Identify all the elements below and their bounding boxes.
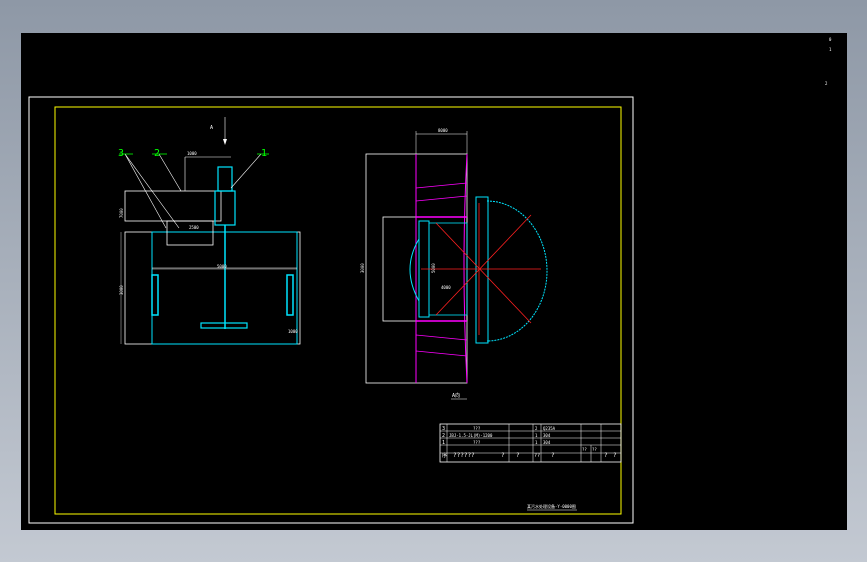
header-name: ?????? <box>453 452 475 459</box>
row-2-qty: 1 <box>535 433 538 438</box>
plan-view-title: A向 <box>452 392 460 399</box>
header-e: ?? <box>582 447 587 452</box>
parts-table: 3 ??? 2 Q235A 2 JBJ-1.5-JL(M)-1200 1 304… <box>439 423 622 463</box>
row-3-name: ??? <box>473 426 481 431</box>
row-1-name: ??? <box>473 440 481 445</box>
header-a: ? <box>501 452 505 459</box>
dim-text-1: 7000 <box>119 208 124 218</box>
dim-text-2: 1000 <box>187 151 197 156</box>
magenta-band-1 <box>415 182 468 189</box>
dim-text-4: 2500 <box>189 225 199 230</box>
plan-dim-3: 4000 <box>441 285 451 290</box>
side-mark-1: 1 <box>829 47 832 52</box>
section-mark: A <box>210 125 213 131</box>
row-3-qty: 2 <box>535 426 538 431</box>
dim-text-3: 3000 <box>119 285 124 295</box>
centerline-d1 <box>435 222 532 324</box>
plan-left-arc <box>409 238 420 302</box>
header-c: ?? <box>534 453 540 459</box>
magenta-right <box>463 153 468 384</box>
impeller <box>200 322 248 329</box>
label-2: 2 <box>154 148 160 159</box>
magenta-band-5 <box>415 334 468 341</box>
plan-dim-2: 5000 <box>431 263 436 273</box>
tank-flange <box>475 196 489 344</box>
plan-view: 8000 3000 5000 4000 A向 <box>360 128 548 400</box>
header-d: ? <box>551 452 555 459</box>
cad-viewport[interactable]: 3 2 1 A 5000 7000 1000 3000 2500 1000 80… <box>21 33 847 530</box>
dim-text-0: 5000 <box>217 264 227 269</box>
baffle-left <box>151 274 159 316</box>
plan-dim-1: 3000 <box>360 263 365 273</box>
row-2-material: 304 <box>543 433 551 438</box>
leader-2 <box>158 153 182 192</box>
title-caption: 某污水处理设备-Y-0000图 <box>527 503 576 509</box>
magenta-band-6 <box>415 350 468 357</box>
leader-1 <box>230 153 262 189</box>
side-mark-0: 0 <box>829 37 832 42</box>
circular-tank <box>486 200 548 342</box>
row-1-material: 304 <box>543 440 551 445</box>
magenta-band-2 <box>415 195 468 202</box>
header-f: ?? <box>592 447 597 452</box>
row-3-material: Q235A <box>543 426 556 431</box>
cad-drawing: 3 2 1 A 5000 7000 1000 3000 2500 1000 80… <box>28 37 832 524</box>
side-view: 3 2 1 A 5000 7000 1000 3000 2500 1000 <box>118 117 301 345</box>
outer-frame <box>28 96 634 524</box>
row-1-qty: 1 <box>535 440 538 445</box>
mixer-motor <box>217 166 233 192</box>
header-no: 序 <box>442 452 447 459</box>
header-b: ? <box>516 452 520 459</box>
row-2-no: 2 <box>442 433 445 439</box>
platform-box <box>124 190 222 222</box>
baffle-right <box>286 274 294 316</box>
header-h: ? <box>613 452 617 459</box>
dim-text-5: 1000 <box>288 329 298 334</box>
label-3: 3 <box>118 148 124 159</box>
row-3-no: 3 <box>442 426 445 432</box>
mixer-reducer <box>214 190 236 226</box>
header-g: ? <box>604 452 608 459</box>
row-2-name: JBJ-1.5-JL(M)-1200 <box>449 433 493 438</box>
centerline-d2 <box>435 214 532 316</box>
side-mark-2: 2 <box>825 81 828 86</box>
label-1: 1 <box>261 148 267 159</box>
row-1-no: 1 <box>442 440 445 446</box>
section-arrow-head <box>223 139 227 145</box>
plan-dim-0: 8000 <box>438 128 448 133</box>
